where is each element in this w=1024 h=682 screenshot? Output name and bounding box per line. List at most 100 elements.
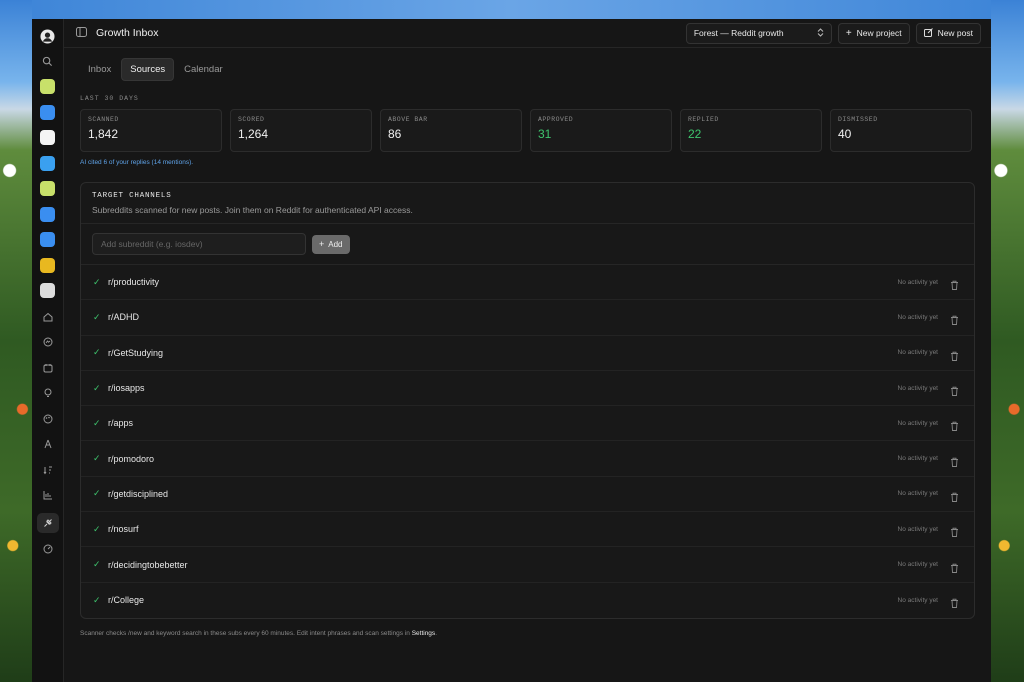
- app-lime-2-icon[interactable]: [40, 181, 55, 196]
- activity-status: No activity yet: [897, 349, 938, 357]
- channel-name[interactable]: r/pomodoro: [108, 454, 898, 464]
- channel-row[interactable]: ✓ r/ADHD No activity yet: [81, 300, 974, 336]
- topbar: Growth Inbox Forest — Reddit growth + Ne…: [64, 19, 991, 48]
- stat-value: 1,842: [88, 127, 119, 141]
- trash-icon[interactable]: [950, 560, 960, 573]
- trash-icon[interactable]: [950, 595, 960, 609]
- channel-row[interactable]: ✓ r/apps No activity yet: [81, 406, 974, 442]
- app-yellow-icon[interactable]: [40, 257, 55, 273]
- messages-icon[interactable]: [40, 334, 56, 350]
- stat-scanned: SCANNED 1,842: [80, 109, 222, 152]
- tab-calendar[interactable]: Calendar: [176, 59, 231, 80]
- trash-icon[interactable]: [950, 524, 960, 538]
- channel-name[interactable]: r/ADHD: [108, 312, 898, 322]
- app-lime-icon[interactable]: [40, 79, 55, 94]
- add-button[interactable]: + Add: [312, 234, 350, 254]
- project-select[interactable]: Forest — Reddit growth: [685, 22, 832, 44]
- stat-label: APPROVED: [538, 116, 574, 123]
- trash-icon[interactable]: [950, 348, 960, 361]
- chart-icon[interactable]: [40, 487, 56, 503]
- app-chat-icon[interactable]: [40, 155, 55, 171]
- palette-icon[interactable]: [40, 411, 56, 427]
- card-title: TARGET CHANNELS: [92, 192, 172, 200]
- app-blue-2-icon[interactable]: [40, 206, 55, 222]
- channel-name[interactable]: r/getdisciplined: [108, 489, 898, 499]
- gauge-icon[interactable]: [40, 541, 56, 557]
- ai-cited-link[interactable]: AI cited 6 of your replies (14 mentions)…: [80, 159, 975, 166]
- check-icon: ✓: [93, 488, 101, 499]
- app-window: Growth Inbox Forest — Reddit growth + Ne…: [32, 19, 991, 682]
- sidebar-toggle-icon[interactable]: [76, 24, 87, 42]
- trash-icon[interactable]: [950, 277, 960, 291]
- activity-status: No activity yet: [897, 313, 938, 321]
- channel-name[interactable]: r/productivity: [108, 277, 898, 287]
- app-blue-icon[interactable]: [40, 104, 55, 120]
- settings-link[interactable]: Settings: [412, 630, 436, 637]
- new-project-button[interactable]: + New project: [837, 22, 910, 44]
- channel-row[interactable]: ✓ r/productivity No activity yet: [81, 265, 974, 301]
- trash-icon[interactable]: [950, 454, 960, 467]
- trash-icon[interactable]: [950, 312, 960, 326]
- tab-sources[interactable]: Sources: [121, 58, 175, 81]
- channel-row[interactable]: ✓ r/College No activity yet: [81, 583, 974, 618]
- edit-icon: [923, 27, 933, 39]
- channel-row[interactable]: ✓ r/iosapps No activity yet: [81, 371, 974, 407]
- activity-status: No activity yet: [897, 455, 938, 463]
- stat-label: REPLIED: [688, 116, 719, 123]
- stat-value: 22: [688, 127, 702, 141]
- stat-dismissed: DISMISSED 40: [830, 109, 972, 152]
- stat-value: 31: [538, 127, 552, 141]
- stat-above-bar: ABOVE BAR 86: [380, 109, 522, 152]
- check-icon: ✓: [93, 559, 101, 570]
- channel-name[interactable]: r/nosurf: [108, 524, 898, 534]
- tab-bar: Inbox Sources Calendar: [80, 58, 975, 81]
- new-post-button[interactable]: New post: [915, 22, 981, 44]
- card-header: TARGET CHANNELS Subreddits scanned for n…: [81, 183, 974, 224]
- app-shortcuts: [40, 79, 55, 309]
- sort-icon[interactable]: [40, 462, 56, 478]
- channel-row[interactable]: ✓ r/decidingtobebetter No activity yet: [81, 547, 974, 583]
- stat-label: ABOVE BAR: [388, 116, 428, 123]
- channel-row[interactable]: ✓ r/pomodoro No activity yet: [81, 441, 974, 477]
- channel-row[interactable]: ✓ r/GetStudying No activity yet: [81, 336, 974, 371]
- channel-name[interactable]: r/College: [108, 595, 898, 605]
- channel-name[interactable]: r/iosapps: [108, 383, 898, 393]
- channel-row[interactable]: ✓ r/getdisciplined No activity yet: [81, 477, 974, 513]
- compass-icon[interactable]: [40, 436, 56, 452]
- check-icon: ✓: [93, 417, 101, 428]
- app-blue-3-icon[interactable]: [40, 232, 55, 247]
- channel-name[interactable]: r/apps: [108, 418, 898, 428]
- tab-inbox[interactable]: Inbox: [80, 59, 119, 80]
- channel-name[interactable]: r/decidingtobebetter: [108, 560, 898, 570]
- avatar[interactable]: [40, 28, 56, 44]
- check-icon: ✓: [93, 382, 101, 393]
- add-subreddit-row: + Add: [81, 224, 974, 265]
- app-white-shape-icon[interactable]: [40, 130, 55, 145]
- sources-icon[interactable]: [36, 512, 59, 533]
- activity-status: No activity yet: [897, 561, 938, 569]
- app-disk-icon[interactable]: [40, 283, 55, 298]
- project-select-value: Forest — Reddit growth: [693, 28, 784, 38]
- page-title: Growth Inbox: [96, 27, 159, 39]
- channel-name[interactable]: r/GetStudying: [108, 348, 898, 358]
- trash-icon[interactable]: [950, 383, 960, 396]
- subreddit-input[interactable]: [92, 233, 306, 255]
- activity-status: No activity yet: [897, 419, 938, 427]
- stat-label: SCORED: [238, 116, 265, 123]
- search-icon[interactable]: [40, 54, 56, 70]
- stat-value: 40: [838, 127, 852, 141]
- home-icon[interactable]: [40, 309, 56, 325]
- content: Inbox Sources Calendar LAST 30 DAYS SCAN…: [64, 48, 991, 637]
- stat-value: 86: [388, 127, 402, 141]
- calendar-icon[interactable]: [40, 360, 56, 376]
- footnote-end: .: [435, 629, 437, 637]
- trash-icon[interactable]: [950, 489, 960, 502]
- trash-icon[interactable]: [950, 418, 960, 432]
- card-subtitle: Subreddits scanned for new posts. Join t…: [92, 205, 413, 215]
- app-rail: [32, 19, 64, 682]
- activity-status: No activity yet: [897, 525, 938, 533]
- footnote: Scanner checks /new and keyword search i…: [80, 630, 975, 637]
- channel-row[interactable]: ✓ r/nosurf No activity yet: [81, 512, 974, 548]
- bulb-icon[interactable]: [40, 385, 56, 401]
- wallpaper-right: [991, 0, 1024, 682]
